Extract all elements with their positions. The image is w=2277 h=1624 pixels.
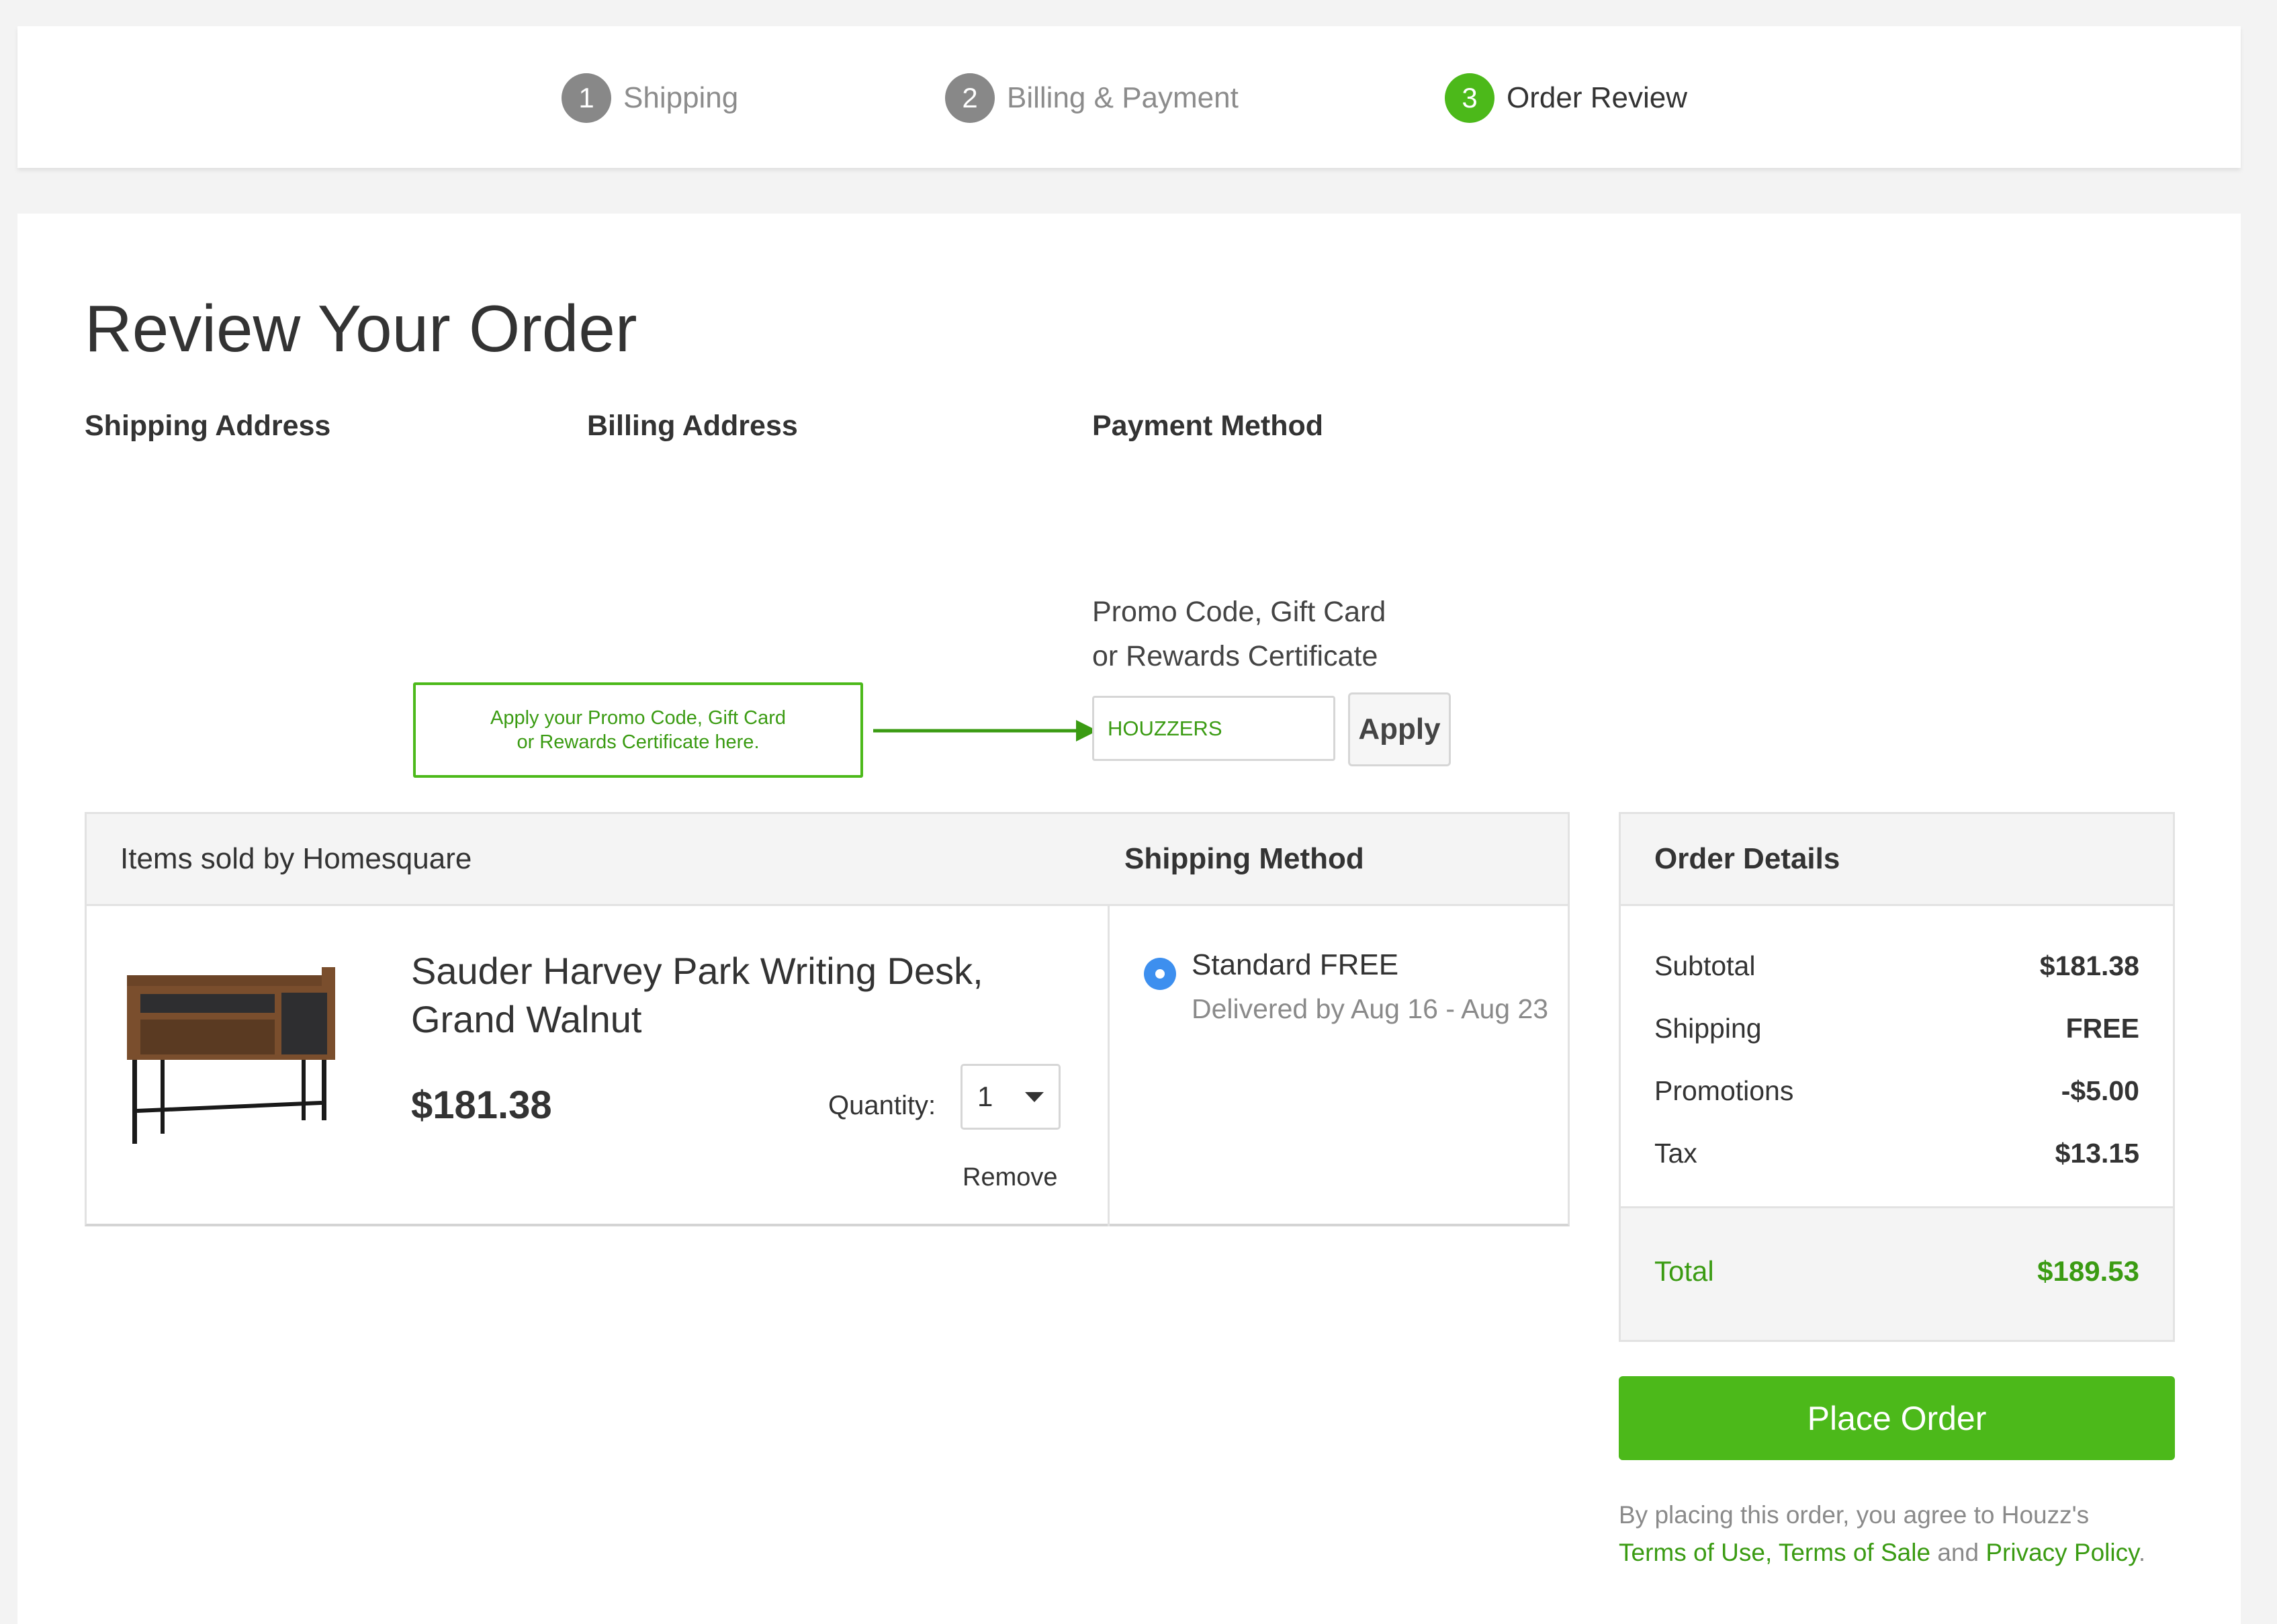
order-details-panel: Order Details Subtotal $181.38 Shipping … <box>1619 812 2175 1342</box>
promotions-row: Promotions -$5.00 <box>1654 1075 2139 1107</box>
subtotal-label: Subtotal <box>1654 950 1756 981</box>
step-label: Order Review <box>1507 81 1687 114</box>
terms-period: . <box>2138 1539 2146 1566</box>
shipping-option-label[interactable]: Standard FREE <box>1192 948 1398 982</box>
tax-label: Tax <box>1654 1138 1697 1169</box>
promo-label-line2: or Rewards Certificate <box>1092 640 1378 672</box>
page-title: Review Your Order <box>85 291 637 365</box>
delivery-estimate: Delivered by Aug 16 - Aug 23 <box>1192 993 1549 1024</box>
review-order-card: Review Your Order Shipping Address Billi… <box>17 214 2241 1624</box>
shipping-address-heading: Shipping Address <box>85 410 331 442</box>
terms-and: and <box>1930 1539 1986 1566</box>
terms-of-use-link[interactable]: Terms of Use <box>1619 1539 1765 1566</box>
place-order-button[interactable]: Place Order <box>1619 1376 2175 1460</box>
callout-line2: or Rewards Certificate here. <box>517 731 760 753</box>
promo-code-input[interactable] <box>1092 696 1335 761</box>
step-shipping[interactable]: 1 Shipping <box>562 73 738 123</box>
terms-notice: By placing this order, you agree to Houz… <box>1619 1496 2196 1572</box>
subtotal-row: Subtotal $181.38 <box>1654 950 2139 982</box>
terms-of-sale-link[interactable]: Terms of Sale <box>1779 1539 1930 1566</box>
billing-address-heading: Billing Address <box>587 410 798 442</box>
product-name-line1: Sauder Harvey Park Writing Desk, <box>411 950 983 992</box>
shipping-method-heading: Shipping Method <box>1124 842 1364 875</box>
callout-line1: Apply your Promo Code, Gift Card <box>490 707 786 729</box>
order-details-title: Order Details <box>1654 842 1840 875</box>
terms-prefix: By placing this order, you agree to Houz… <box>1619 1501 2090 1529</box>
terms-comma: , <box>1765 1539 1779 1566</box>
shipping-value: FREE <box>2065 1013 2139 1044</box>
payment-method-heading: Payment Method <box>1092 410 1324 442</box>
promo-label-line1: Promo Code, Gift Card <box>1092 596 1386 628</box>
quantity-value: 1 <box>977 1081 993 1112</box>
step-order-review: 3 Order Review <box>1445 73 1687 123</box>
product-name[interactable]: Sauder Harvey Park Writing Desk, Grand W… <box>411 947 1056 1044</box>
shipping-row: Shipping FREE <box>1654 1013 2139 1044</box>
apply-promo-button[interactable]: Apply <box>1348 692 1451 766</box>
order-details-header: Order Details <box>1621 814 2173 906</box>
promo-callout: Apply your Promo Code, Gift Card or Rewa… <box>413 682 863 778</box>
writing-desk-image[interactable] <box>120 935 342 1150</box>
step-number: 2 <box>945 73 995 123</box>
items-table-header: Items sold by Homesquare Shipping Method <box>87 814 1568 906</box>
subtotal-value: $181.38 <box>2039 950 2139 981</box>
quantity-label: Quantity: <box>828 1091 936 1120</box>
promotions-label: Promotions <box>1654 1075 1794 1106</box>
step-label: Billing & Payment <box>1007 81 1239 114</box>
shipping-option-radio[interactable] <box>1144 958 1176 990</box>
product-price: $181.38 <box>411 1083 552 1127</box>
step-number: 1 <box>562 73 611 123</box>
quantity-select[interactable]: 1 <box>961 1064 1061 1130</box>
radio-selected-icon <box>1155 969 1165 979</box>
tax-value: $13.15 <box>2055 1138 2139 1169</box>
total-row: Total $189.53 <box>1654 1255 2139 1288</box>
promo-label: Promo Code, Gift Card or Rewards Certifi… <box>1092 590 1386 678</box>
seller-label: Items sold by Homesquare <box>120 842 472 875</box>
step-billing-payment[interactable]: 2 Billing & Payment <box>945 73 1239 123</box>
column-divider <box>1108 904 1110 1226</box>
checkout-stepper: 1 Shipping 2 Billing & Payment 3 Order R… <box>17 26 2241 168</box>
product-name-line2: Grand Walnut <box>411 998 642 1040</box>
step-label: Shipping <box>623 81 739 114</box>
remove-item-link[interactable]: Remove <box>963 1163 1058 1192</box>
items-table: Items sold by Homesquare Shipping Method… <box>85 812 1570 1226</box>
privacy-policy-link[interactable]: Privacy Policy <box>1985 1539 2139 1566</box>
caret-down-icon <box>1025 1091 1044 1102</box>
total-value: $189.53 <box>2037 1255 2139 1287</box>
arrow-right-icon <box>873 720 1098 741</box>
shipping-label: Shipping <box>1654 1013 1762 1044</box>
promotions-value: -$5.00 <box>2061 1075 2139 1106</box>
total-label: Total <box>1654 1255 1714 1287</box>
tax-row: Tax $13.15 <box>1654 1138 2139 1169</box>
total-section: Total $189.53 <box>1621 1206 2173 1340</box>
step-number: 3 <box>1445 73 1494 123</box>
